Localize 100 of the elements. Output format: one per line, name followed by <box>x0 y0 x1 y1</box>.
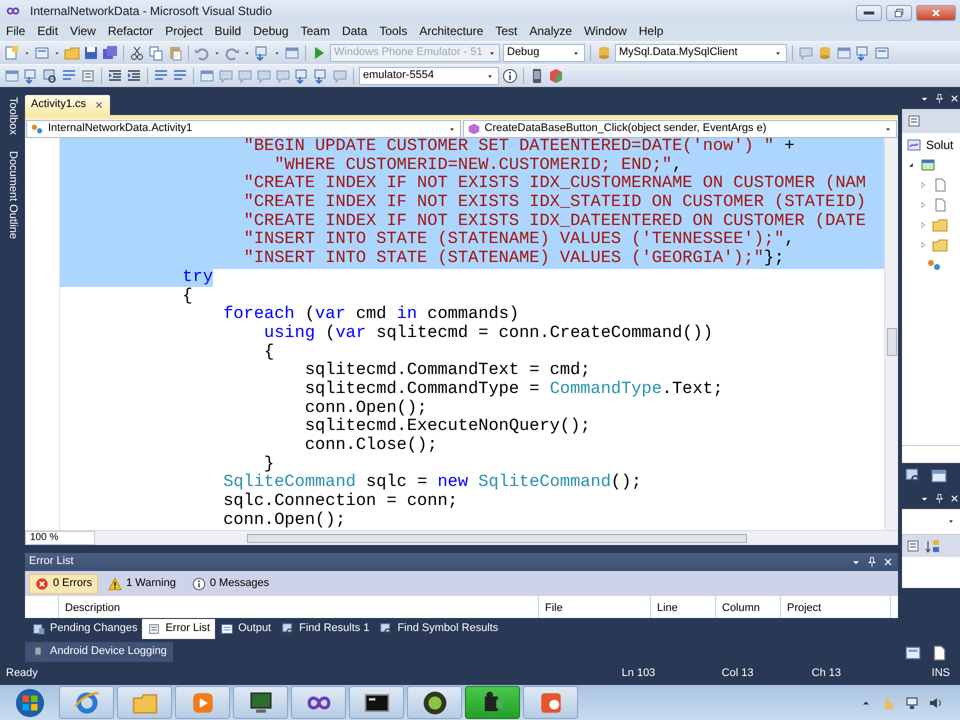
column-header[interactable]: Line <box>651 596 716 618</box>
minimize-button[interactable] <box>856 5 882 21</box>
menu-item[interactable]: Debug <box>247 23 295 40</box>
save-all-icon[interactable] <box>102 45 118 61</box>
error-icon <box>35 576 49 590</box>
code-line: sqlitecmd.CommandText = cmd; <box>304 362 592 380</box>
menu-item[interactable]: View <box>64 23 102 40</box>
side-tab[interactable]: Toolbox <box>2 93 22 139</box>
save-icon[interactable] <box>83 45 99 61</box>
solution-icon <box>906 136 922 153</box>
taskbar-button[interactable] <box>233 686 288 719</box>
side-tab[interactable]: Document Outline <box>2 146 22 243</box>
zoom-dropdown[interactable]: 100 % <box>25 531 95 545</box>
bookmark-icon[interactable] <box>237 68 253 84</box>
close-icon[interactable] <box>949 493 960 504</box>
taskbar-button[interactable] <box>407 686 462 719</box>
sort-icon[interactable] <box>925 538 941 554</box>
paste-icon[interactable] <box>167 45 183 61</box>
close-icon[interactable] <box>94 100 104 110</box>
bookmark-icon[interactable] <box>218 68 234 84</box>
menu-item[interactable]: Edit <box>31 23 64 40</box>
bookmark-icon[interactable] <box>332 68 348 84</box>
code-line: foreach (var cmd in commands) <box>222 306 520 324</box>
properties-icon[interactable] <box>80 68 96 84</box>
bookmark-icon[interactable] <box>275 68 291 84</box>
menu-item[interactable]: Tools <box>373 23 414 40</box>
horizontal-scrollbar[interactable] <box>902 445 960 464</box>
info-icon[interactable] <box>502 68 518 84</box>
menu-item[interactable]: Refactor <box>102 23 160 40</box>
menu-item[interactable]: Architecture <box>413 23 490 40</box>
taskbar-button[interactable] <box>465 686 520 719</box>
menu-item[interactable]: Help <box>632 23 670 40</box>
filter-button[interactable]: 1 Warning <box>102 574 182 594</box>
network-icon[interactable] <box>904 694 920 710</box>
new-project-icon[interactable] <box>4 45 20 61</box>
pin-icon[interactable] <box>934 93 945 104</box>
filter-button[interactable]: 0 Errors <box>29 574 98 594</box>
code-line: { <box>181 288 194 306</box>
column-header[interactable]: Column <box>716 596 781 618</box>
close-icon <box>930 7 942 19</box>
add-item-icon[interactable] <box>874 45 890 61</box>
menu-item[interactable]: Build <box>208 23 248 40</box>
pin-icon[interactable] <box>866 556 878 568</box>
bookmark-icon[interactable] <box>256 68 272 84</box>
document-tab[interactable]: Activity1.cs <box>25 95 110 115</box>
configuration-combo[interactable]: Debug <box>503 44 585 62</box>
code-line: try <box>60 268 884 288</box>
method-icon <box>466 122 480 136</box>
menu-item[interactable]: Team <box>294 23 336 40</box>
query-icon[interactable] <box>798 45 814 61</box>
browser-icon <box>74 690 100 716</box>
restore-button[interactable] <box>886 5 912 21</box>
pin-icon[interactable] <box>934 493 945 504</box>
member-dropdown[interactable]: CreateDataBaseButton_Click(object sender, EventArgs e) <box>462 120 897 138</box>
package-icon[interactable] <box>548 68 564 84</box>
taskbar-button[interactable] <box>349 686 404 719</box>
monitor-icon <box>248 690 274 716</box>
close-icon[interactable] <box>882 556 894 568</box>
status-text: Ready <box>6 666 38 680</box>
column-header[interactable]: Project <box>781 596 891 618</box>
device-combo[interactable]: emulator-5554 <box>359 67 499 85</box>
find-icon[interactable] <box>42 68 58 84</box>
close-button[interactable] <box>916 5 956 21</box>
menu-item[interactable]: Project <box>159 23 209 40</box>
filter-button[interactable]: 0 Messages <box>186 574 276 594</box>
categorized-icon[interactable] <box>905 538 921 554</box>
menu-item[interactable]: Window <box>578 23 633 40</box>
code-line: SqliteCommand sqlc = new SqliteCommand(); <box>222 474 643 492</box>
window-icon[interactable] <box>199 68 215 84</box>
tool-tab[interactable]: Find Results 1 <box>276 618 374 638</box>
window-icon[interactable] <box>4 68 20 84</box>
cut-icon[interactable] <box>129 45 145 61</box>
provider-combo[interactable]: MySql.Data.MySqlClient <box>615 44 787 62</box>
copy-icon[interactable] <box>148 45 164 61</box>
tool-tab[interactable]: Pending Changes <box>27 618 142 638</box>
code-line: conn.Close(); <box>304 437 438 456</box>
menu-item[interactable]: Analyze <box>523 23 578 40</box>
vertical-scrollbar[interactable] <box>884 138 898 530</box>
column-header[interactable]: Description <box>59 596 539 618</box>
column-number: Col 13 <box>722 666 754 680</box>
tab-icon <box>32 622 46 636</box>
tree-item[interactable]: Solut <box>926 138 954 152</box>
menu-item[interactable]: File <box>0 23 32 40</box>
database-icon[interactable] <box>596 45 612 61</box>
tool-tab[interactable]: Find Symbol Results <box>374 618 504 638</box>
close-icon[interactable] <box>949 93 960 104</box>
properties-icon[interactable] <box>906 112 922 129</box>
tool-tab[interactable]: Error List <box>142 618 216 638</box>
window-icon[interactable] <box>284 45 300 61</box>
column-header[interactable]: File <box>539 596 651 618</box>
tool-tab[interactable]: Output <box>215 618 276 638</box>
menu-item[interactable]: Data <box>336 23 374 40</box>
table-icon[interactable] <box>817 45 833 61</box>
add-item-icon[interactable] <box>34 45 50 61</box>
window-icon[interactable] <box>836 45 852 61</box>
tab-icon <box>379 622 394 636</box>
menu-item[interactable]: Test <box>489 23 524 40</box>
message-icon <box>192 576 206 590</box>
type-dropdown[interactable]: InternalNetworkData.Activity1 <box>26 120 460 138</box>
tool-tab[interactable]: Android Device Logging <box>25 642 173 662</box>
